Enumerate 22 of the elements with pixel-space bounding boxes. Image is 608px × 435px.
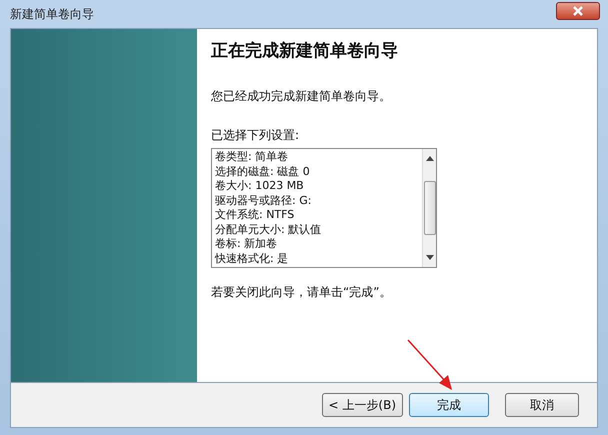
scrollbar[interactable]	[422, 149, 436, 267]
scroll-up-icon[interactable]	[426, 155, 434, 161]
setting-line: 驱动器号或路径: G:	[215, 194, 312, 208]
intro-text: 您已经成功完成新建简单卷向导。	[211, 88, 392, 105]
setting-line: 快速格式化: 是	[215, 252, 290, 266]
scroll-thumb[interactable]	[424, 181, 436, 235]
scroll-down-icon[interactable]	[426, 255, 434, 261]
setting-line: 卷标: 新加卷	[215, 237, 278, 252]
wizard-button[interactable]: 取消	[505, 393, 579, 417]
wizard-button[interactable]: < 上一步(B)	[322, 393, 403, 417]
setting-line: 文件系统: NTFS	[215, 208, 296, 222]
window-title: 新建简单卷向导	[10, 6, 94, 22]
wizard-button[interactable]: 完成	[409, 393, 489, 417]
setting-line: 卷类型: 简单卷	[215, 150, 290, 164]
close-hint: 若要关闭此向导，请单击“完成”。	[211, 284, 392, 301]
close-button[interactable]	[556, 2, 600, 20]
settings-label: 已选择下列设置:	[211, 127, 300, 144]
wizard-heading: 正在完成新建简单卷向导	[211, 40, 399, 62]
setting-line: 选择的磁盘: 磁盘 0	[215, 164, 311, 179]
setting-line: 分配单元大小: 默认值	[215, 222, 322, 237]
close-icon	[572, 6, 584, 16]
setting-line: 卷大小: 1023 MB	[215, 179, 305, 194]
